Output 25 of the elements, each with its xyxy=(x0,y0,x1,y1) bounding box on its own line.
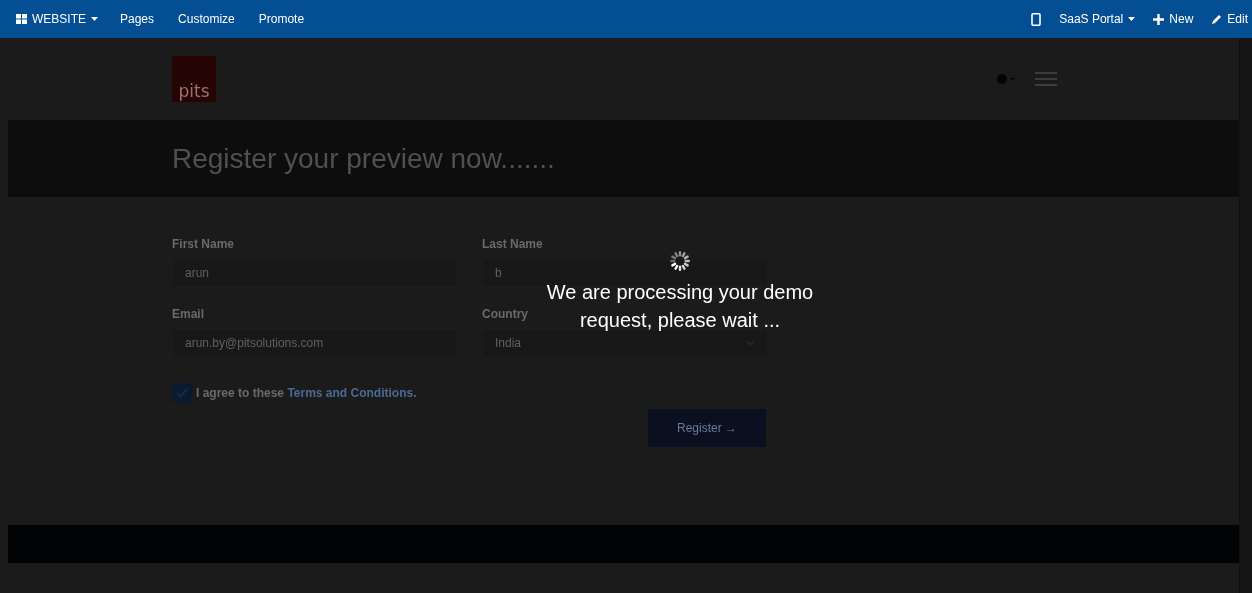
logo[interactable]: pits xyxy=(172,56,216,102)
new-button[interactable]: New xyxy=(1153,12,1194,26)
menu-icon[interactable] xyxy=(1035,72,1057,86)
field-label: Email xyxy=(172,307,204,321)
field-label: First Name xyxy=(172,237,235,251)
portal-menu[interactable]: SaaS Portal xyxy=(1059,12,1136,26)
banner-title: Register your preview now....... xyxy=(172,142,555,175)
agree-checkbox[interactable] xyxy=(172,383,192,403)
menu-item[interactable]: Promote xyxy=(258,12,305,26)
field-label: Country xyxy=(482,307,528,321)
edit-button[interactable]: Edit xyxy=(1211,12,1248,26)
caret-icon xyxy=(1128,17,1136,21)
plus-icon xyxy=(1153,13,1165,25)
caret-icon xyxy=(91,17,98,21)
field-label: Last Name xyxy=(482,237,543,251)
register-button[interactable]: Register → xyxy=(648,409,766,447)
menu-item[interactable]: Pages xyxy=(120,12,155,26)
website-menu[interactable]: WEBSITE xyxy=(16,12,98,26)
grid-icon xyxy=(16,14,27,24)
pencil-icon xyxy=(1211,13,1223,25)
agree-label: I agree to these Terms and Conditions. xyxy=(196,386,417,400)
mobile-icon[interactable] xyxy=(1031,12,1042,26)
scrollbar[interactable] xyxy=(1239,38,1252,593)
menu-item[interactable]: Customize xyxy=(178,12,235,26)
loading-spinner-icon xyxy=(669,250,691,272)
